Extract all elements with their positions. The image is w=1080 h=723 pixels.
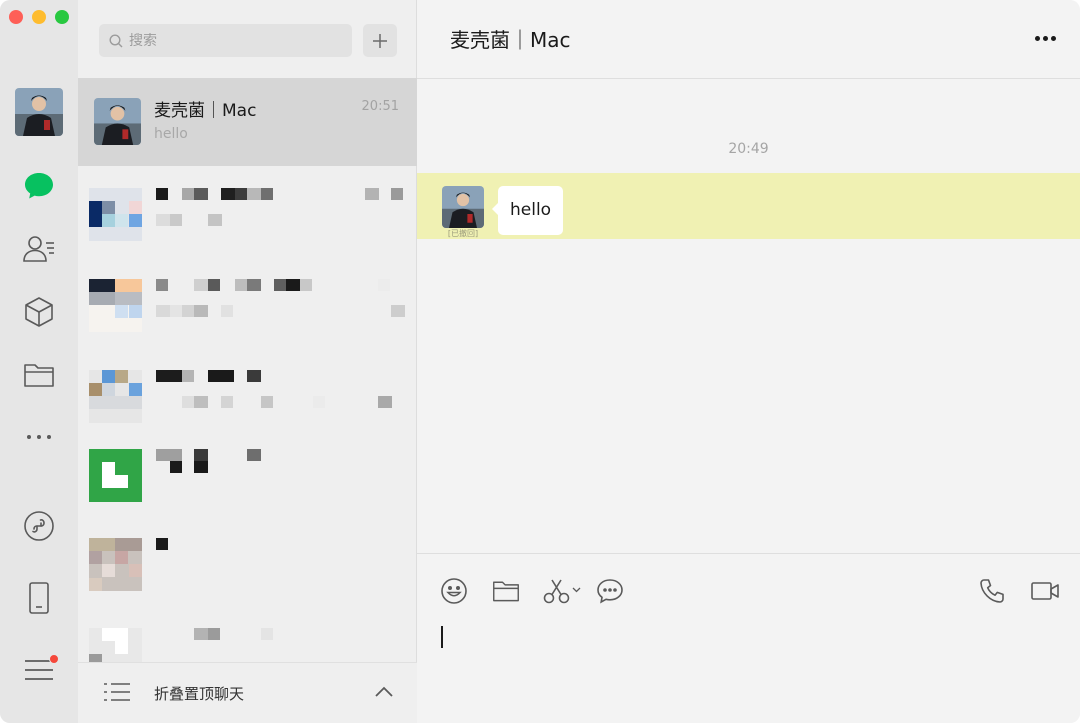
chat-preview: hello bbox=[154, 126, 188, 142]
conversation-title: 麦壳菌｜Mac bbox=[450, 28, 571, 52]
zoom-window-button[interactable] bbox=[55, 10, 69, 24]
chevron-up-icon[interactable] bbox=[373, 681, 395, 703]
notification-badge bbox=[49, 654, 59, 664]
more-horizontal-icon[interactable] bbox=[19, 417, 59, 457]
contacts-icon[interactable] bbox=[19, 229, 59, 269]
emoji-icon[interactable] bbox=[439, 576, 469, 606]
conversation-pane: 麦壳菌｜Mac 20:49 [已撤回] hello bbox=[417, 0, 1080, 723]
chat-bubble-icon[interactable] bbox=[19, 166, 59, 206]
avatar bbox=[94, 98, 141, 145]
chat-list-item-active[interactable]: 麦壳菌｜Mac 20:51 hello bbox=[78, 78, 417, 166]
chat-list-item[interactable] bbox=[78, 520, 417, 610]
chat-list-item[interactable] bbox=[78, 431, 417, 521]
folder-icon[interactable] bbox=[491, 576, 521, 606]
plus-icon bbox=[373, 33, 387, 48]
chat-list-item[interactable] bbox=[78, 170, 417, 260]
chat-list-item[interactable] bbox=[78, 610, 417, 662]
wechat-window: 麦壳菌｜Mac 20:51 hello bbox=[0, 0, 1080, 723]
chat-time: 20:51 bbox=[361, 99, 399, 114]
message-row[interactable]: [已撤回] hello bbox=[417, 173, 1080, 239]
close-window-button[interactable] bbox=[9, 10, 23, 24]
video-call-icon[interactable] bbox=[1029, 576, 1061, 606]
scissors-icon[interactable] bbox=[543, 576, 585, 606]
list-icon bbox=[104, 683, 130, 701]
fold-pinned-bar[interactable]: 折叠置顶聊天 bbox=[78, 662, 417, 723]
hamburger-menu-icon[interactable] bbox=[19, 650, 59, 690]
chat-list-item[interactable] bbox=[78, 261, 417, 351]
chat-name: 麦壳菌｜Mac bbox=[154, 101, 257, 121]
search-input[interactable] bbox=[129, 32, 339, 49]
voice-call-icon[interactable] bbox=[977, 576, 1007, 606]
message-composer[interactable] bbox=[417, 553, 1080, 723]
my-avatar[interactable] bbox=[15, 88, 63, 136]
fold-pinned-label: 折叠置顶聊天 bbox=[154, 685, 245, 703]
more-dots-icon bbox=[1034, 35, 1040, 41]
navigation-rail bbox=[0, 0, 78, 723]
timestamp-separator: 20:49 bbox=[728, 141, 769, 157]
minimize-window-button[interactable] bbox=[32, 10, 46, 24]
add-button[interactable] bbox=[363, 24, 397, 57]
phone-device-icon[interactable] bbox=[19, 578, 59, 618]
chat-history-icon[interactable] bbox=[595, 576, 625, 606]
mini-program-icon[interactable] bbox=[19, 506, 59, 546]
more-options-button[interactable] bbox=[1028, 28, 1062, 48]
avatar[interactable] bbox=[442, 186, 484, 228]
chat-list-item[interactable] bbox=[78, 352, 417, 442]
chat-list-panel: 麦壳菌｜Mac 20:51 hello bbox=[78, 0, 417, 723]
recalled-status: [已撤回] bbox=[447, 229, 479, 238]
conversation-header: 麦壳菌｜Mac bbox=[417, 0, 1080, 79]
text-cursor bbox=[441, 626, 443, 648]
message-bubble[interactable]: hello bbox=[491, 186, 564, 235]
search-box[interactable] bbox=[99, 24, 352, 57]
cube-icon[interactable] bbox=[19, 292, 59, 332]
search-icon bbox=[109, 33, 123, 47]
folder-icon[interactable] bbox=[19, 355, 59, 395]
